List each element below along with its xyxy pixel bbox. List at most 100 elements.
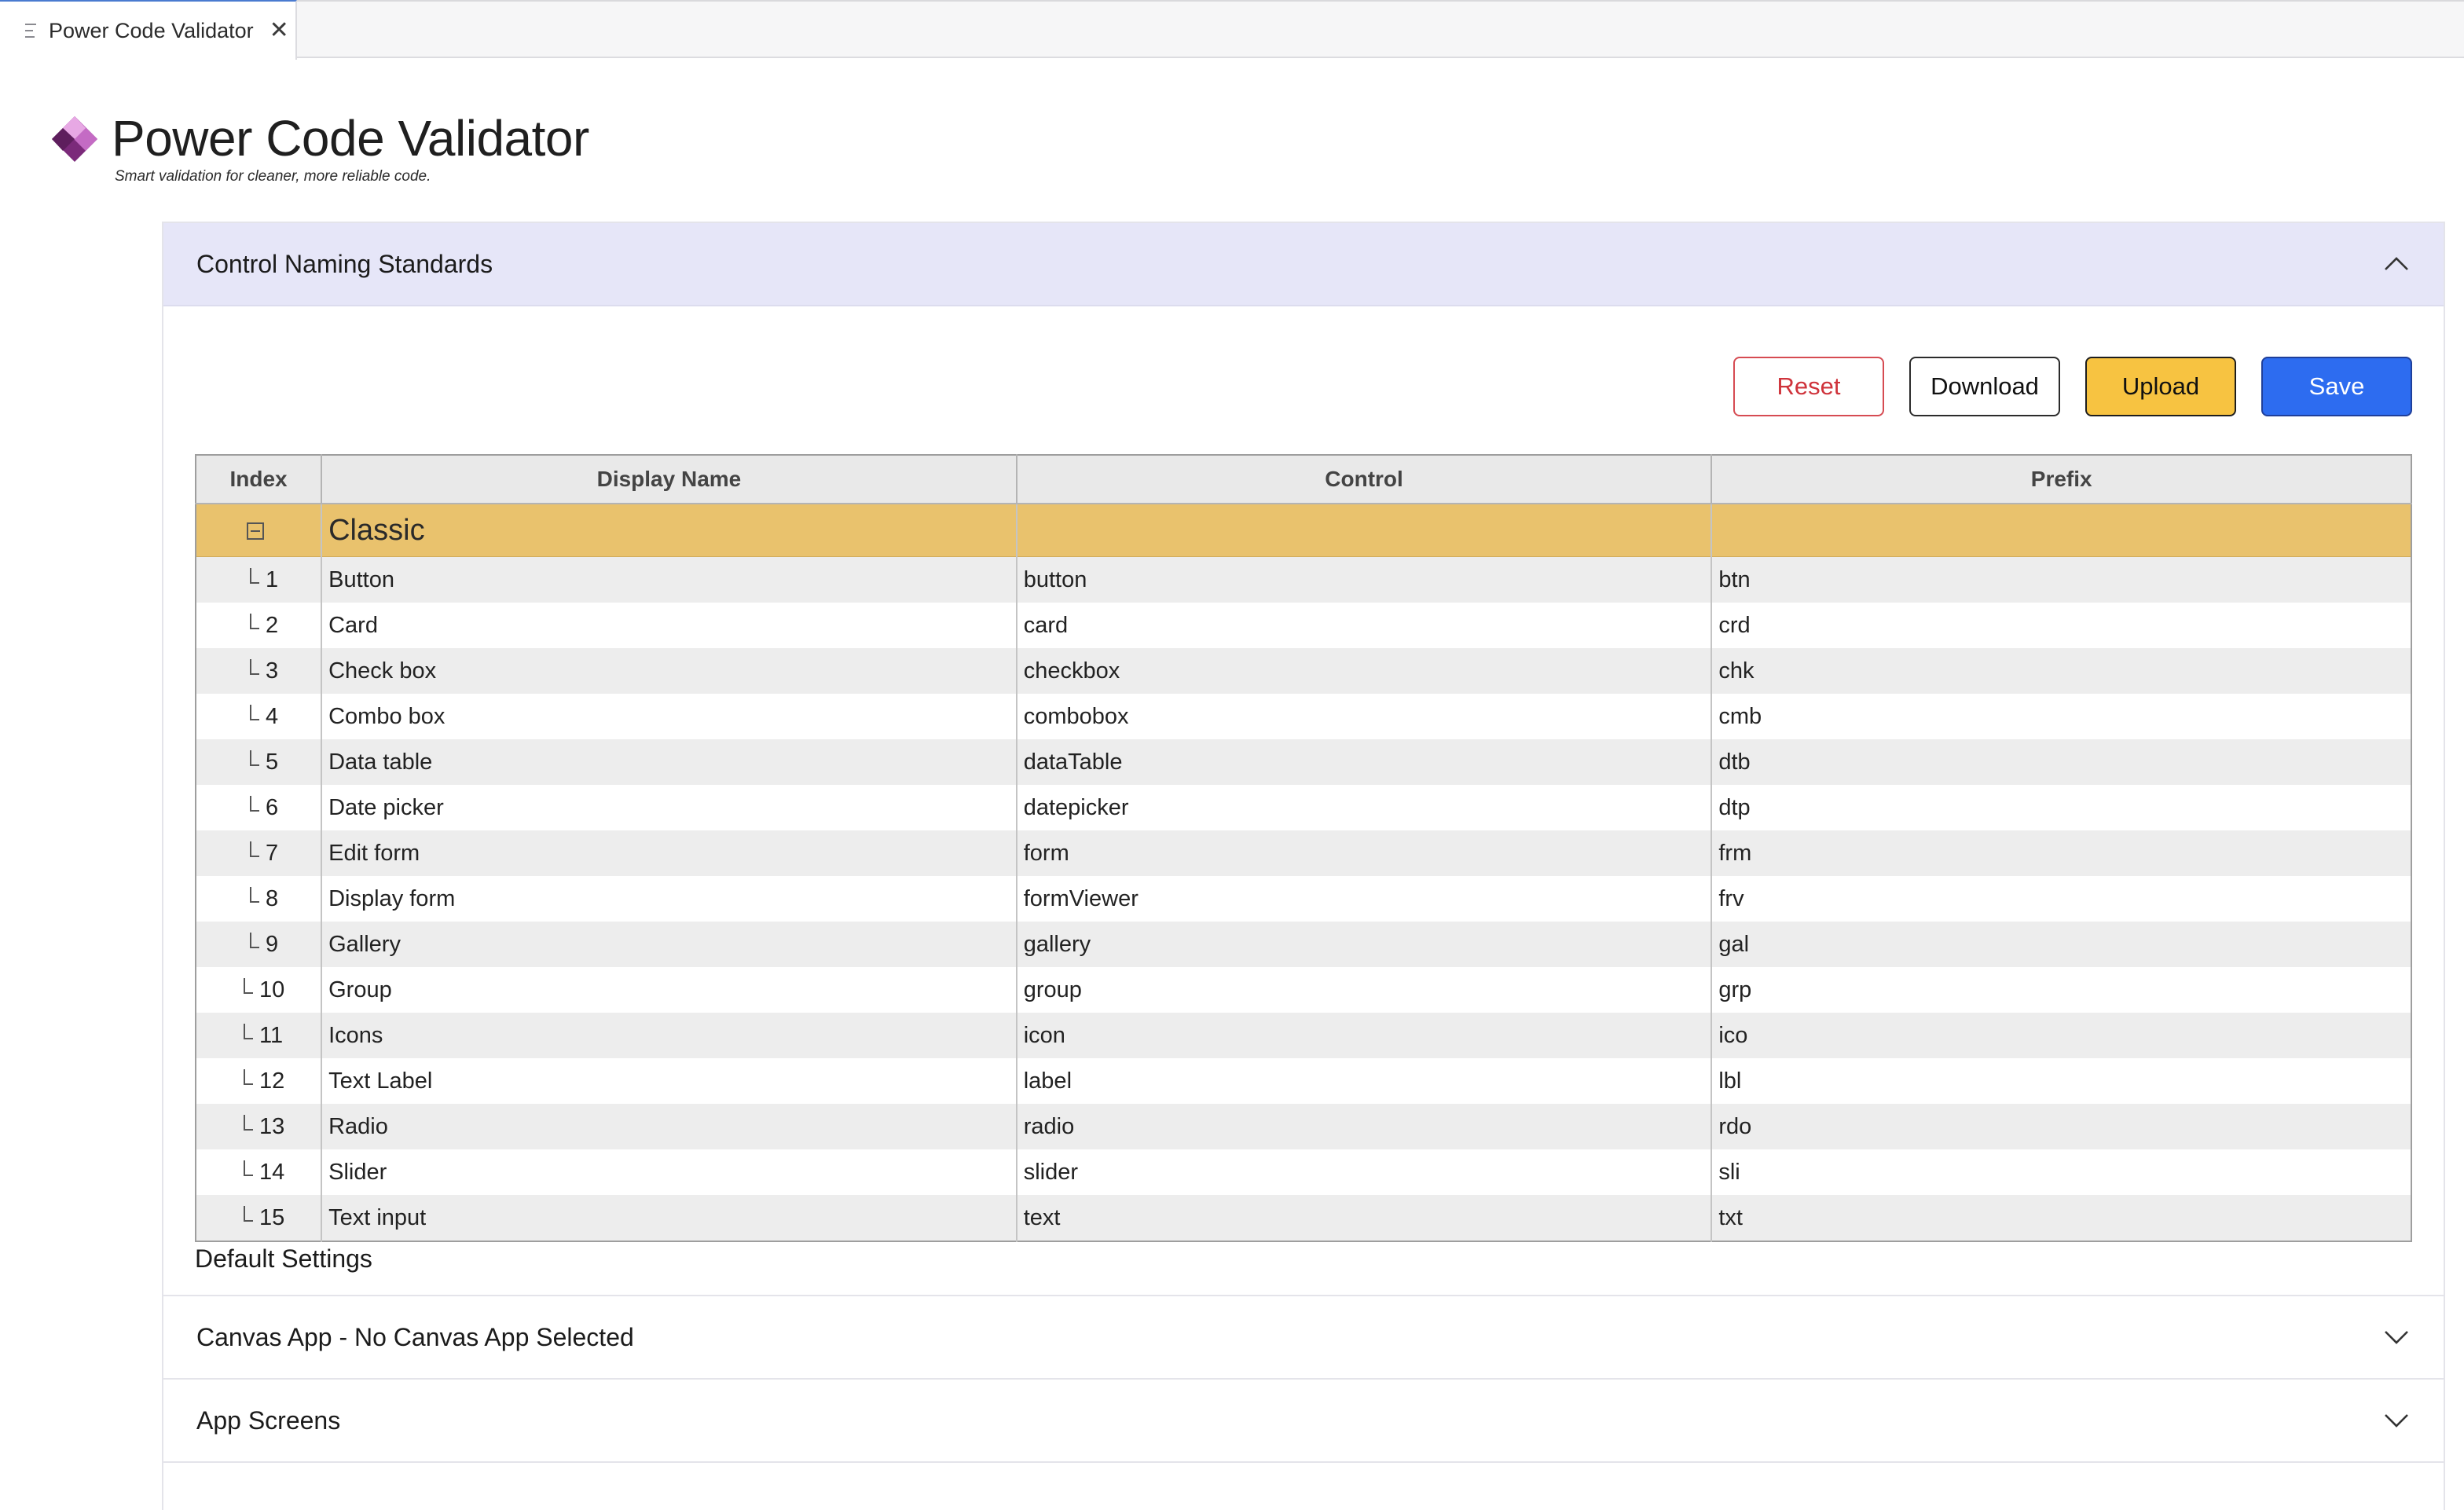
column-header-prefix[interactable]: Prefix [1711, 455, 2411, 504]
download-button[interactable]: Download [1909, 357, 2060, 416]
prefix-cell[interactable]: chk [1711, 648, 2411, 694]
tree-branch-icon [250, 613, 259, 629]
save-button[interactable]: Save [2261, 357, 2412, 416]
prefix-cell[interactable]: ico [1711, 1013, 2411, 1058]
close-icon[interactable]: ✕ [270, 19, 289, 42]
table-row[interactable]: 15 Text input text txt [196, 1195, 2411, 1241]
table-row[interactable]: 13 Radio radio rdo [196, 1104, 2411, 1149]
control-cell[interactable]: label [1016, 1058, 1713, 1104]
display-name-cell[interactable]: Group [321, 967, 1018, 1013]
chevron-down-icon[interactable] [2382, 1323, 2411, 1351]
tree-branch-icon [250, 795, 259, 812]
display-name-cell[interactable]: Combo box [321, 694, 1018, 739]
display-name-cell[interactable]: Data table [321, 739, 1018, 785]
row-index: 2 [266, 612, 279, 638]
editor-tab-bar: Power Code Validator ✕ [0, 0, 2464, 60]
control-cell[interactable]: button [1016, 556, 1713, 603]
prefix-cell[interactable]: lbl [1711, 1058, 2411, 1104]
tree-branch-icon [244, 1068, 253, 1085]
table-row[interactable]: 7 Edit form form frm [196, 830, 2411, 876]
control-cell[interactable]: gallery [1016, 922, 1713, 967]
index-cell: 1 [196, 556, 323, 603]
control-cell[interactable]: card [1016, 603, 1713, 648]
row-index: 4 [266, 703, 279, 729]
tree-branch-icon [244, 977, 253, 994]
table-row[interactable]: 4 Combo box combobox cmb [196, 694, 2411, 739]
control-cell[interactable]: formViewer [1016, 876, 1713, 922]
display-name-cell[interactable]: Card [321, 603, 1018, 648]
row-index: 1 [266, 566, 279, 592]
table-row[interactable]: 3 Check box checkbox chk [196, 648, 2411, 694]
control-cell[interactable]: datepicker [1016, 785, 1713, 830]
table-row[interactable]: 9 Gallery gallery gal [196, 922, 2411, 967]
display-name-cell[interactable]: Text input [321, 1195, 1018, 1241]
chevron-up-icon[interactable] [2382, 250, 2411, 278]
index-cell: 3 [196, 648, 323, 694]
prefix-cell[interactable]: gal [1711, 922, 2411, 967]
control-cell[interactable]: group [1016, 967, 1713, 1013]
tree-branch-icon [244, 1160, 253, 1176]
column-header-index[interactable]: Index [196, 455, 323, 504]
row-index: 12 [259, 1068, 285, 1094]
display-name-cell[interactable]: Slider [321, 1149, 1018, 1195]
collapse-group-icon[interactable] [247, 522, 264, 540]
prefix-cell[interactable]: grp [1711, 967, 2411, 1013]
prefix-cell[interactable]: btn [1711, 556, 2411, 603]
control-cell[interactable]: slider [1016, 1149, 1713, 1195]
display-name-cell[interactable]: Display form [321, 876, 1018, 922]
prefix-cell[interactable]: dtb [1711, 739, 2411, 785]
table-row[interactable]: 14 Slider slider sli [196, 1149, 2411, 1195]
app-header: Power Code Validator Smart validation fo… [49, 110, 589, 185]
control-cell[interactable]: radio [1016, 1104, 1713, 1149]
prefix-cell[interactable]: rdo [1711, 1104, 2411, 1149]
index-cell: 11 [196, 1013, 323, 1058]
chevron-down-icon[interactable] [2382, 1406, 2411, 1435]
display-name-cell[interactable]: Date picker [321, 785, 1018, 830]
group-toggle-cell[interactable] [196, 504, 323, 557]
table-row[interactable]: 5 Data table dataTable dtb [196, 739, 2411, 785]
group-row-classic[interactable]: Classic [196, 504, 2411, 557]
display-name-cell[interactable]: Radio [321, 1104, 1018, 1149]
tree-branch-icon [250, 750, 259, 766]
column-header-display-name[interactable]: Display Name [321, 455, 1018, 504]
control-cell[interactable]: dataTable [1016, 739, 1713, 785]
table-row[interactable]: 10 Group group grp [196, 967, 2411, 1013]
toolbar: Reset Download Upload Save [1733, 357, 2412, 416]
table-row[interactable]: 1 Button button btn [196, 556, 2411, 603]
control-cell[interactable]: combobox [1016, 694, 1713, 739]
display-name-cell[interactable]: Icons [321, 1013, 1018, 1058]
accordion-title: App Screens [196, 1406, 341, 1435]
table-row[interactable]: 11 Icons icon ico [196, 1013, 2411, 1058]
reset-button[interactable]: Reset [1733, 357, 1884, 416]
table-row[interactable]: 8 Display form formViewer frv [196, 876, 2411, 922]
accordion-header-control-naming[interactable]: Control Naming Standards [163, 223, 2444, 306]
prefix-cell[interactable]: dtp [1711, 785, 2411, 830]
display-name-cell[interactable]: Check box [321, 648, 1018, 694]
accordion-header-app-screens[interactable]: App Screens [163, 1378, 2444, 1461]
settings-panel: Control Naming Standards Reset Download … [162, 222, 2445, 1510]
table-row[interactable]: 6 Date picker datepicker dtp [196, 785, 2411, 830]
prefix-cell[interactable]: cmb [1711, 694, 2411, 739]
display-name-cell[interactable]: Gallery [321, 922, 1018, 967]
upload-button[interactable]: Upload [2085, 357, 2236, 416]
index-cell: 8 [196, 876, 323, 922]
prefix-cell[interactable]: frm [1711, 830, 2411, 876]
control-cell[interactable]: checkbox [1016, 648, 1713, 694]
prefix-cell[interactable]: sli [1711, 1149, 2411, 1195]
tab-label: Power Code Validator [49, 18, 254, 42]
display-name-cell[interactable]: Button [321, 556, 1018, 603]
prefix-cell[interactable]: txt [1711, 1195, 2411, 1241]
prefix-cell[interactable]: frv [1711, 876, 2411, 922]
column-header-control[interactable]: Control [1016, 455, 1713, 504]
control-cell[interactable]: form [1016, 830, 1713, 876]
table-row[interactable]: 12 Text Label label lbl [196, 1058, 2411, 1104]
control-cell[interactable]: icon [1016, 1013, 1713, 1058]
prefix-cell[interactable]: crd [1711, 603, 2411, 648]
display-name-cell[interactable]: Text Label [321, 1058, 1018, 1104]
accordion-header-canvas-app[interactable]: Canvas App - No Canvas App Selected [163, 1295, 2444, 1378]
table-row[interactable]: 2 Card card crd [196, 603, 2411, 648]
control-cell[interactable]: text [1016, 1195, 1713, 1241]
row-index: 3 [266, 658, 279, 684]
tab-power-code-validator[interactable]: Power Code Validator ✕ [0, 0, 297, 60]
display-name-cell[interactable]: Edit form [321, 830, 1018, 876]
